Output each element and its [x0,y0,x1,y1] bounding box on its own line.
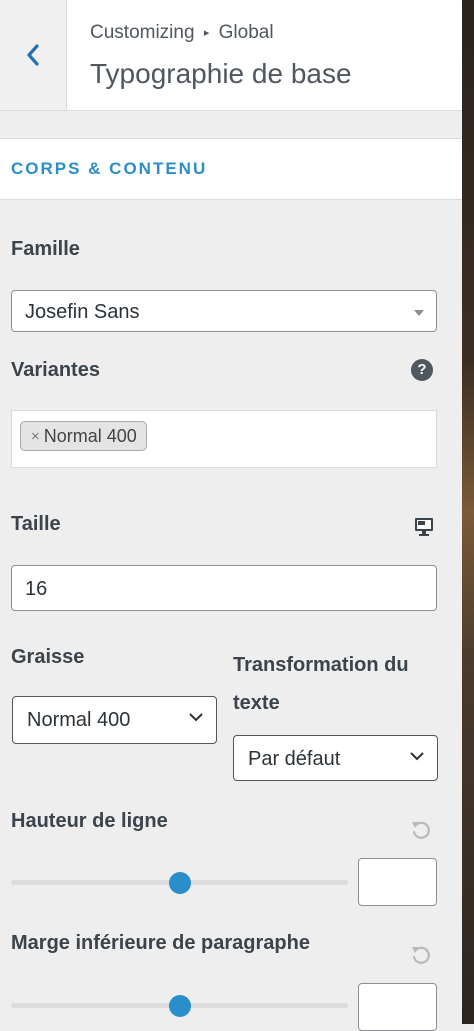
variantes-input[interactable]: × Normal 400 [11,410,437,468]
graisse-select[interactable]: Normal 400 [12,696,217,744]
graisse-label: Graisse [11,646,85,668]
famille-select[interactable]: Josefin Sans [11,290,437,332]
breadcrumb-separator: ▸ [203,27,210,39]
section-title: CORPS & CONTENU [11,159,208,178]
dropdown-arrow-icon [414,310,424,316]
transformation-select[interactable]: Par défaut [233,735,438,781]
remove-tag-icon[interactable]: × [31,428,40,445]
chevron-down-icon [410,752,424,761]
hauteur-input[interactable] [358,858,437,906]
page-title: Typographie de base [90,58,352,89]
reset-icon[interactable] [410,819,432,841]
taille-value: 16 [25,578,48,600]
transformation-value: Par défaut [248,748,341,770]
breadcrumb-root: Customizing [90,22,195,43]
variant-tag: × Normal 400 [20,421,147,451]
famille-value: Josefin Sans [25,301,140,323]
reset-icon[interactable] [410,944,432,966]
taille-label: Taille [11,513,61,535]
transformation-label: Transformation du texte [233,646,409,722]
desktop-icon[interactable] [414,516,434,538]
transformation-label-line2: texte [233,692,280,714]
panel-header: Customizing ▸ Global Typographie de base [0,0,462,111]
marge-slider-thumb[interactable] [168,995,191,1017]
section-header: CORPS & CONTENU [0,138,462,200]
marge-label: Marge inférieure de paragraphe [11,932,310,954]
breadcrumb-current: Global [218,22,274,43]
back-button[interactable] [0,0,67,110]
transformation-label-line1: Transformation du [233,654,409,676]
help-icon[interactable]: ? [411,359,433,381]
chevron-left-icon [27,44,39,66]
variant-tag-label: Normal 400 [43,425,137,446]
graisse-value: Normal 400 [27,709,131,731]
taille-input[interactable]: 16 [11,565,437,611]
preview-edge [462,0,474,1024]
chevron-down-icon [189,713,203,722]
hauteur-label: Hauteur de ligne [11,810,168,832]
variantes-label: Variantes [11,359,100,381]
hauteur-slider-thumb[interactable] [168,872,191,894]
famille-label: Famille [11,238,80,260]
breadcrumb: Customizing ▸ Global [90,22,274,44]
